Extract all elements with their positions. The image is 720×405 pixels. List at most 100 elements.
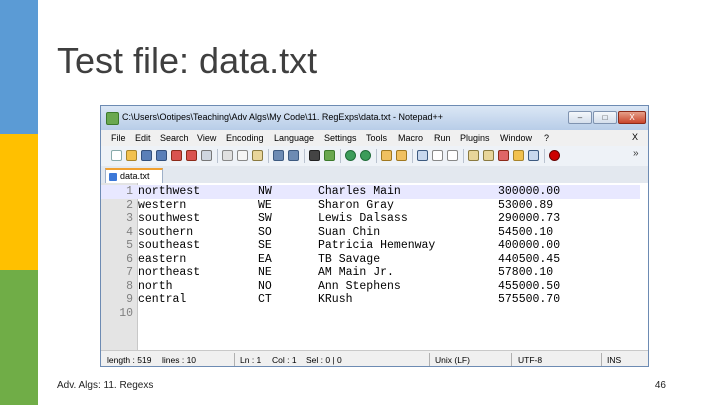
- editor-line[interactable]: 3 southwest SW Lewis Dalsass 290000.73: [101, 212, 640, 226]
- code-cell: SO: [258, 225, 272, 239]
- status-divider: [429, 353, 430, 366]
- status-ln: Ln : 1: [240, 355, 262, 365]
- menu-file[interactable]: File: [111, 133, 126, 143]
- close-all-icon[interactable]: [186, 150, 197, 161]
- editor-area[interactable]: 1 northwest NW Charles Main 300000.00 2 …: [101, 183, 648, 350]
- replace-icon[interactable]: [324, 150, 335, 161]
- status-sel: Sel : 0 | 0: [306, 355, 342, 365]
- menu-edit[interactable]: Edit: [135, 133, 151, 143]
- window-title: C:\Users\Ootipes\Teaching\Adv Algs\My Co…: [122, 112, 443, 122]
- menu-run[interactable]: Run: [434, 133, 451, 143]
- save-icon[interactable]: [141, 150, 152, 161]
- editor-line[interactable]: 1 northwest NW Charles Main 300000.00: [101, 185, 640, 199]
- status-eol[interactable]: Unix (LF): [435, 355, 470, 365]
- accent-bar-green: [0, 270, 38, 405]
- sync-h-icon[interactable]: [396, 150, 407, 161]
- name-cell: TB Savage: [318, 252, 381, 266]
- zoom-out-icon[interactable]: [360, 150, 371, 161]
- print-icon[interactable]: [201, 150, 212, 161]
- code-cell: NW: [258, 185, 272, 198]
- footer-course-label: Adv. Algs: 11. Regexs: [57, 380, 154, 391]
- minimize-button[interactable]: –: [568, 111, 592, 124]
- record-macro-icon[interactable]: [549, 150, 560, 161]
- editor-line[interactable]: 5 southeast SE Patricia Hemenway 400000.…: [101, 239, 640, 253]
- editor-line[interactable]: 8 north NO Ann Stephens 455000.50: [101, 280, 640, 294]
- saved-file-icon: [109, 173, 117, 181]
- close-window-button[interactable]: X: [618, 111, 646, 124]
- maximize-button[interactable]: □: [593, 111, 617, 124]
- status-mode: INS: [607, 355, 622, 365]
- editor-line[interactable]: 6 eastern EA TB Savage 440500.45: [101, 253, 640, 267]
- close-icon[interactable]: [171, 150, 182, 161]
- line-number: 10: [119, 306, 133, 320]
- editor-line[interactable]: 9 central CT KRush 575500.70: [101, 293, 640, 307]
- all-chars-icon[interactable]: [432, 150, 443, 161]
- code-cell: SW: [258, 212, 272, 225]
- lang-icon[interactable]: [468, 150, 479, 161]
- menu-encoding[interactable]: Encoding: [226, 133, 264, 143]
- tab-data-txt[interactable]: data.txt: [105, 168, 163, 183]
- tab-label: data.txt: [120, 171, 150, 181]
- title-bar[interactable]: C:\Users\Ootipes\Teaching\Adv Algs\My Co…: [101, 106, 648, 130]
- amount-cell: 57800.10: [498, 266, 554, 279]
- copy-icon[interactable]: [237, 150, 248, 161]
- toolbar-separator: [268, 149, 269, 163]
- cut-icon[interactable]: [222, 150, 233, 161]
- menu-view[interactable]: View: [197, 133, 216, 143]
- menu-language[interactable]: Language: [274, 133, 314, 143]
- indent-guide-icon[interactable]: [447, 150, 458, 161]
- status-divider: [511, 353, 512, 366]
- menu-search[interactable]: Search: [160, 133, 189, 143]
- page-number: 46: [654, 380, 666, 391]
- amount-cell: 575500.70: [498, 293, 561, 306]
- zoom-in-icon[interactable]: [345, 150, 356, 161]
- doc-map-icon[interactable]: [483, 150, 494, 161]
- editor-line[interactable]: 2 western WE Sharon Gray 53000.89: [101, 199, 640, 213]
- sync-v-icon[interactable]: [381, 150, 392, 161]
- menu-tools[interactable]: Tools: [366, 133, 387, 143]
- monitor-icon[interactable]: [528, 150, 539, 161]
- menu-plugins[interactable]: Plugins: [460, 133, 490, 143]
- editor-line[interactable]: 7 northeast NE AM Main Jr. 57800.10: [101, 266, 640, 280]
- name-cell: Charles Main: [318, 185, 401, 198]
- close-document-icon[interactable]: X: [632, 132, 638, 142]
- code-cell: WE: [258, 198, 272, 212]
- editor-line[interactable]: 10: [101, 307, 640, 321]
- paste-icon[interactable]: [252, 150, 263, 161]
- line-number: 8: [126, 279, 133, 293]
- folder-icon[interactable]: [513, 150, 524, 161]
- amount-cell: 400000.00: [498, 239, 561, 252]
- new-file-icon[interactable]: [111, 150, 122, 161]
- word-wrap-icon[interactable]: [417, 150, 428, 161]
- menu-help[interactable]: ?: [544, 133, 549, 143]
- menu-macro[interactable]: Macro: [398, 133, 423, 143]
- region-cell: eastern: [138, 252, 187, 266]
- toolbar-separator: [376, 149, 377, 163]
- func-list-icon[interactable]: [498, 150, 509, 161]
- status-length: length : 519: [107, 355, 152, 365]
- line-number: 1: [126, 185, 133, 198]
- status-bar: length : 519 lines : 10 Ln : 1 Col : 1 S…: [101, 350, 648, 366]
- tab-strip: data.txt: [101, 166, 648, 184]
- name-cell: Ann Stephens: [318, 279, 401, 293]
- toolbar-overflow-icon[interactable]: »: [633, 148, 639, 159]
- undo-icon[interactable]: [273, 150, 284, 161]
- menu-window[interactable]: Window: [500, 133, 532, 143]
- code-cell: NO: [258, 279, 272, 293]
- accent-bar-blue: [0, 0, 38, 134]
- redo-icon[interactable]: [288, 150, 299, 161]
- line-number: 7: [126, 266, 133, 279]
- region-cell: southeast: [138, 239, 201, 252]
- region-cell: western: [138, 198, 187, 212]
- find-icon[interactable]: [309, 150, 320, 161]
- open-file-icon[interactable]: [126, 150, 137, 161]
- amount-cell: 53000.89: [498, 198, 554, 212]
- name-cell: Patricia Hemenway: [318, 239, 436, 252]
- save-all-icon[interactable]: [156, 150, 167, 161]
- menu-settings[interactable]: Settings: [324, 133, 357, 143]
- amount-cell: 290000.73: [498, 212, 561, 225]
- status-encoding[interactable]: UTF-8: [518, 355, 542, 365]
- toolbar-separator: [412, 149, 413, 163]
- editor-line[interactable]: 4 southern SO Suan Chin 54500.10: [101, 226, 640, 240]
- code-cell: SE: [258, 239, 272, 252]
